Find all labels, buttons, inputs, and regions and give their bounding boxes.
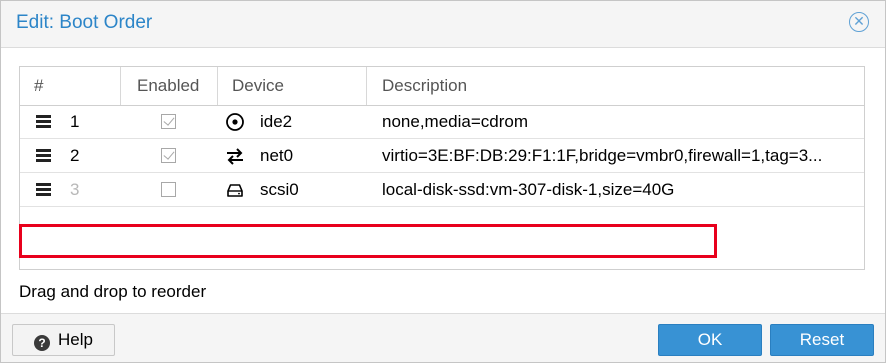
boot-order-grid: # Enabled Device Description 1 ide2 none… bbox=[19, 66, 865, 270]
close-icon[interactable]: ✕ bbox=[849, 12, 869, 32]
table-row[interactable]: 1 ide2 none,media=cdrom bbox=[20, 105, 864, 139]
enabled-checkbox[interactable] bbox=[161, 114, 176, 129]
table-row[interactable]: 2 net0 virtio=3E:BF:DB:29:F1:1F,bridge=v… bbox=[20, 139, 864, 173]
dialog-footer: ? Help OK Reset bbox=[1, 313, 885, 362]
help-icon: ? bbox=[34, 335, 51, 351]
device-name: ide2 bbox=[260, 112, 293, 131]
help-button-label: Help bbox=[58, 330, 93, 349]
column-header-number[interactable]: # bbox=[20, 67, 121, 105]
enabled-checkbox[interactable] bbox=[161, 182, 176, 197]
drag-handle-icon[interactable] bbox=[36, 149, 51, 162]
device-description: none,media=cdrom bbox=[382, 112, 529, 131]
check-icon bbox=[163, 114, 175, 126]
device-description: local-disk-ssd:vm-307-disk-1,size=40G bbox=[382, 180, 675, 199]
device-name: scsi0 bbox=[260, 180, 299, 199]
help-button[interactable]: ? Help bbox=[12, 324, 115, 356]
dialog-body: # Enabled Device Description 1 ide2 none… bbox=[1, 48, 885, 313]
check-icon bbox=[163, 148, 175, 160]
drag-handle-icon[interactable] bbox=[36, 183, 51, 196]
reorder-hint: Drag and drop to reorder bbox=[19, 282, 207, 301]
drag-handle-icon[interactable] bbox=[36, 115, 51, 128]
device-description: virtio=3E:BF:DB:29:F1:1F,bridge=vmbr0,fi… bbox=[382, 146, 823, 165]
row-number: 1 bbox=[70, 112, 80, 131]
grid-header: # Enabled Device Description bbox=[20, 67, 864, 106]
row-number: 2 bbox=[70, 146, 80, 165]
enabled-checkbox[interactable] bbox=[161, 148, 176, 163]
network-icon bbox=[225, 139, 245, 173]
row-number: 3 bbox=[70, 180, 80, 199]
column-header-description[interactable]: Description bbox=[367, 67, 864, 105]
dialog-titlebar: Edit: Boot Order ✕ bbox=[1, 1, 885, 48]
column-header-enabled[interactable]: Enabled bbox=[121, 67, 218, 105]
cdrom-icon bbox=[225, 105, 245, 139]
boot-order-dialog: Edit: Boot Order ✕ # Enabled Device Desc… bbox=[0, 0, 886, 363]
hard-disk-icon bbox=[225, 173, 245, 207]
dialog-title: Edit: Boot Order bbox=[16, 12, 153, 33]
device-name: net0 bbox=[260, 146, 294, 165]
table-row[interactable]: 3 scsi0 local-disk-ssd:vm-307-disk-1,siz… bbox=[20, 173, 864, 207]
ok-button[interactable]: OK bbox=[658, 324, 762, 356]
column-header-device[interactable]: Device bbox=[218, 67, 367, 105]
reset-button[interactable]: Reset bbox=[770, 324, 874, 356]
